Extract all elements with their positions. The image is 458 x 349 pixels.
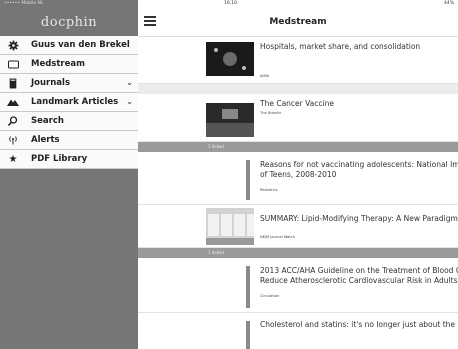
page-title: Medstream bbox=[269, 17, 327, 27]
gear-icon bbox=[6, 39, 20, 51]
sidebar-item-label: Alerts bbox=[31, 135, 60, 145]
article-source: JAMA bbox=[260, 74, 270, 78]
article-card[interactable]: 2013 ACC/AHA Guideline on the Treatment … bbox=[138, 258, 458, 313]
article-source: Circulation bbox=[260, 294, 280, 298]
sidebar-item-search[interactable]: Search bbox=[0, 112, 138, 131]
sidebar-item-pdf-library[interactable]: ★ PDF Library bbox=[0, 150, 138, 169]
chevron-down-icon[interactable]: ⌄ bbox=[126, 78, 133, 87]
sidebar-item-label: PDF Library bbox=[31, 154, 88, 164]
chevron-down-icon[interactable]: ⌄ bbox=[126, 97, 133, 106]
sidebar-item-label: Medstream bbox=[31, 59, 85, 69]
article-source: NEJM Journal Watch bbox=[260, 235, 296, 239]
status-bar: 16:10 44% bbox=[138, 0, 458, 8]
broadcast-icon bbox=[6, 134, 20, 146]
star-icon: ★ bbox=[8, 153, 18, 165]
article-indicator bbox=[246, 160, 250, 200]
article-title[interactable]: Cholesterol and statins: it's no longer … bbox=[260, 320, 458, 330]
header: Medstream bbox=[138, 8, 458, 37]
article-indicator bbox=[246, 321, 250, 349]
sidebar-item-landmark-articles[interactable]: Landmark Articles ⌄ bbox=[0, 93, 138, 112]
article-thumbnail bbox=[206, 103, 254, 137]
tablet-icon bbox=[6, 58, 20, 70]
sidebar-item-alerts[interactable]: Alerts bbox=[0, 131, 138, 150]
status-battery: 44% bbox=[443, 1, 454, 6]
sidebar-item-medstream[interactable]: Medstream bbox=[0, 55, 138, 74]
article-card[interactable]: SUMMARY: Lipid-Modifying Therapy: A New … bbox=[138, 205, 458, 248]
article-indicator bbox=[246, 266, 250, 308]
app-logo: docphin bbox=[40, 14, 98, 30]
article-title[interactable]: The Cancer Vaccine bbox=[260, 99, 334, 109]
linked-separator: 1 linked bbox=[138, 248, 458, 258]
sidebar-item-label: Search bbox=[31, 116, 64, 126]
article-title[interactable]: SUMMARY: Lipid-Modifying Therapy: A New … bbox=[260, 214, 458, 224]
article-source: The Atlantic bbox=[260, 111, 282, 115]
book-icon bbox=[6, 77, 20, 89]
mountain-icon bbox=[6, 96, 20, 108]
sidebar-item-profile[interactable]: Guus van den Brekel bbox=[0, 36, 138, 55]
sidebar-item-label: Landmark Articles bbox=[31, 97, 119, 107]
article-title-line1[interactable]: Reasons for not vaccinating adolescents:… bbox=[260, 160, 458, 170]
article-card[interactable]: Hospitals, market share, and consolidati… bbox=[138, 37, 458, 84]
sidebar: •••••• Mobile NL docphin Guus van den Br… bbox=[0, 0, 138, 349]
main-panel: 16:10 44% Medstream Hospitals, market sh… bbox=[138, 0, 458, 349]
linked-separator: 1 linked bbox=[138, 142, 458, 152]
section-gap bbox=[138, 84, 458, 94]
article-thumbnail bbox=[206, 42, 254, 76]
status-carrier: •••••• Mobile NL bbox=[4, 1, 44, 6]
article-card[interactable]: The Cancer Vaccine The Atlantic bbox=[138, 94, 458, 142]
status-time: 16:10 bbox=[224, 1, 237, 6]
article-title-line2[interactable]: Reduce Atherosclerotic Cardiovascular Ri… bbox=[260, 276, 458, 286]
article-feed[interactable]: Hospitals, market share, and consolidati… bbox=[138, 37, 458, 349]
article-title[interactable]: Hospitals, market share, and consolidati… bbox=[260, 42, 420, 52]
article-title-line2[interactable]: of Teens, 2008-2010 bbox=[260, 170, 336, 180]
sidebar-item-journals[interactable]: Journals ⌄ bbox=[0, 74, 138, 93]
article-thumbnail bbox=[206, 208, 254, 245]
sidebar-item-label: Journals bbox=[31, 78, 71, 88]
article-title-line1[interactable]: 2013 ACC/AHA Guideline on the Treatment … bbox=[260, 266, 458, 276]
article-card[interactable]: Reasons for not vaccinating adolescents:… bbox=[138, 152, 458, 205]
sidebar-item-label: Guus van den Brekel bbox=[31, 40, 130, 50]
article-source: Pediatrics bbox=[260, 188, 278, 192]
article-card[interactable]: Cholesterol and statins: it's no longer … bbox=[138, 313, 458, 349]
search-icon bbox=[6, 115, 20, 127]
